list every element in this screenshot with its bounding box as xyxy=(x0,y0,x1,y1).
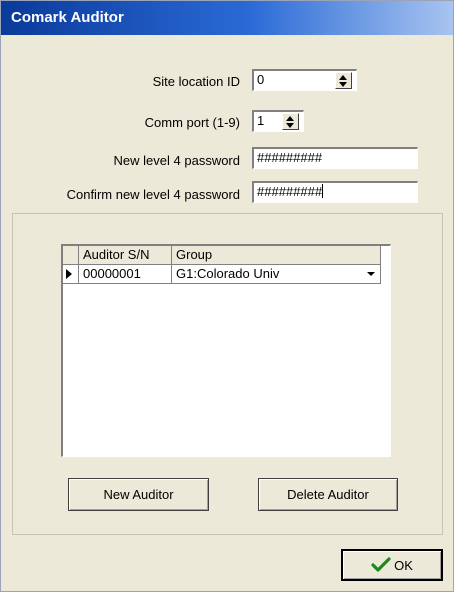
cell-serial[interactable]: 00000001 xyxy=(79,265,172,284)
new-password-label: New level 4 password xyxy=(113,153,240,168)
group-dropdown-icon[interactable] xyxy=(367,272,375,276)
new-password-value: ######### xyxy=(257,150,323,165)
comm-port-label: Comm port (1-9) xyxy=(144,115,240,130)
site-location-label: Site location ID xyxy=(152,74,240,89)
auditor-grid[interactable]: Auditor S/N Group 00000001 G1:Colorado U… xyxy=(61,244,391,457)
row-pointer-icon xyxy=(66,269,72,279)
confirm-password-label: Confirm new level 4 password xyxy=(66,187,240,202)
window-title: Comark Auditor xyxy=(11,9,124,26)
site-location-input[interactable]: 0 xyxy=(252,69,357,91)
ok-label: OK xyxy=(394,558,413,573)
comm-port-value: 1 xyxy=(257,113,265,128)
column-header-serial[interactable]: Auditor S/N xyxy=(79,246,172,265)
cell-group[interactable]: G1:Colorado Univ xyxy=(172,265,381,284)
comark-auditor-window: Comark Auditor Site location ID 0 Comm p… xyxy=(0,0,454,592)
delete-auditor-button[interactable]: Delete Auditor xyxy=(258,478,398,511)
comm-port-input[interactable]: 1 xyxy=(252,110,304,132)
comm-port-spin-icon[interactable] xyxy=(282,113,299,130)
site-location-spin-icon[interactable] xyxy=(335,72,352,89)
cell-group-value: G1:Colorado Univ xyxy=(176,266,280,281)
site-location-value: 0 xyxy=(257,72,265,87)
row-indicator xyxy=(63,265,79,284)
column-header-group[interactable]: Group xyxy=(172,246,381,265)
new-password-input[interactable]: ######### xyxy=(252,147,418,169)
check-icon xyxy=(371,557,391,572)
confirm-password-value: ######### xyxy=(257,184,323,199)
title-bar[interactable]: Comark Auditor xyxy=(1,1,453,35)
ok-button[interactable]: OK xyxy=(341,549,443,581)
text-cursor xyxy=(322,184,324,198)
row-indicator-header xyxy=(63,246,79,265)
new-auditor-button[interactable]: New Auditor xyxy=(68,478,209,511)
confirm-password-input[interactable]: ######### xyxy=(252,181,418,203)
